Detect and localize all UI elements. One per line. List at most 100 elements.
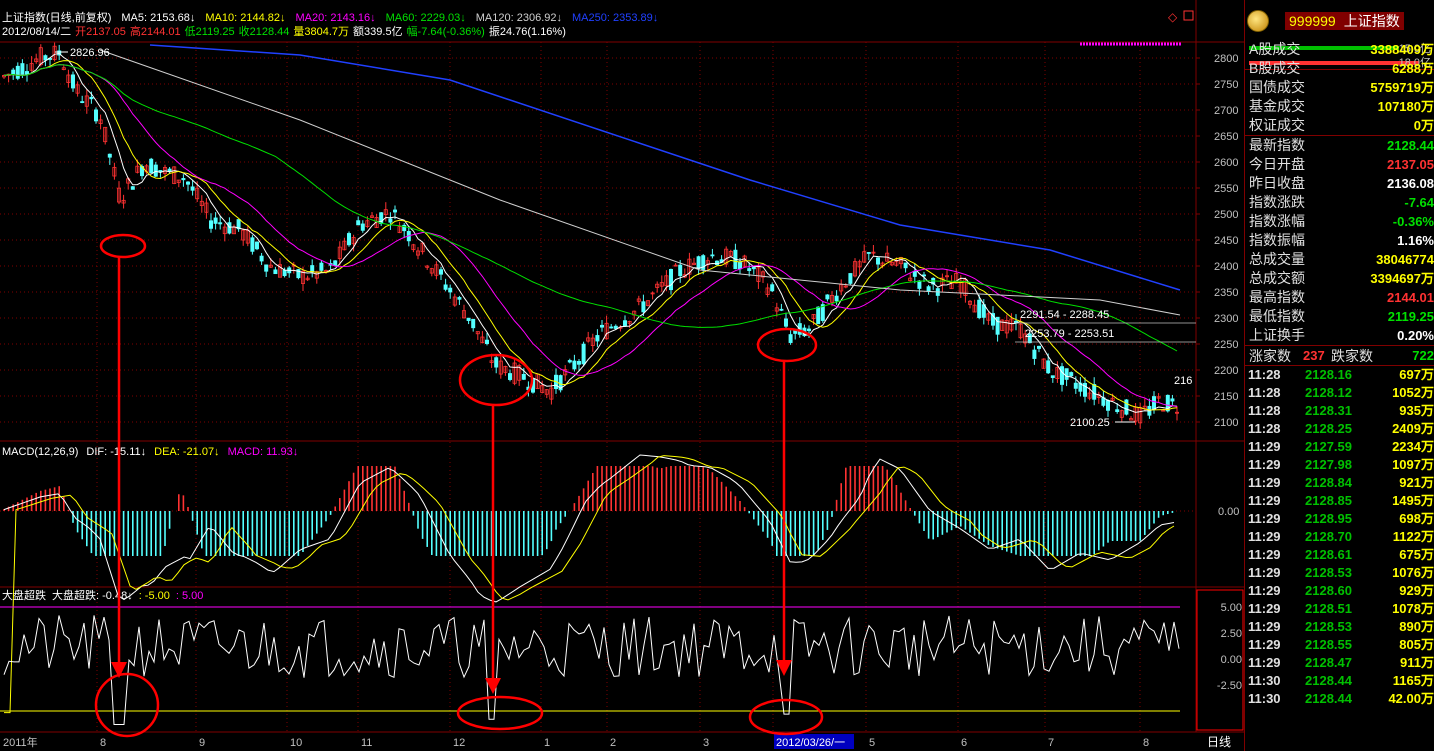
tick-volume: 1122万 (1392, 529, 1434, 544)
candle-body (71, 74, 76, 89)
indicator-tick-label: 2.50 (1221, 628, 1242, 640)
indicator-header-label: 大盘超跌 (2, 588, 46, 602)
candle-body (825, 294, 830, 300)
tick-time: 11:29 (1248, 619, 1281, 634)
candle-body (1115, 409, 1120, 412)
volume-value: 5759719万 (1370, 80, 1434, 95)
candle-body (834, 295, 839, 302)
time-axis-label: 7 (1048, 737, 1054, 749)
candle-body (609, 326, 614, 329)
candle-body (89, 96, 94, 100)
tick-row: 11:29 2128.85 1495万 (1245, 492, 1434, 510)
tick-price: 2128.53 (1305, 619, 1352, 634)
candle-body (521, 373, 526, 380)
tick-time: 11:29 (1248, 493, 1281, 508)
candle-body (185, 181, 190, 185)
chart-canvas[interactable]: 2800275027002650260025502500245024002350… (0, 0, 1244, 751)
macd-header-label: MACD: 11.93↓ (228, 446, 299, 458)
stat-value: 2136.08 (1387, 176, 1434, 191)
indicator-header-label: : 5.00 (176, 590, 204, 602)
tick-volume: 1076万 (1392, 565, 1434, 580)
date-cursor-label: 2012/03/26/一 (776, 737, 845, 749)
candle-body (669, 269, 674, 291)
tick-price: 2128.84 (1305, 475, 1352, 490)
candle-body (471, 318, 476, 329)
range-label-2: 2253.79 - 2253.51 (1025, 328, 1114, 340)
time-axis-label: 12 (453, 737, 465, 749)
stat-value: 2119.25 (1387, 309, 1434, 324)
stat-label: 总成交量 (1249, 251, 1305, 267)
candle-body (1050, 375, 1055, 378)
kline-chart-area[interactable]: 2800 2750 2700 2650 2600 2550 2500 2450 2400 2350… (0, 0, 1244, 751)
time-axis-label: 6 (961, 737, 967, 749)
candle-body (254, 241, 259, 250)
volume-label: 权证成交 (1249, 117, 1305, 133)
macd-histogram (3, 466, 1174, 556)
header-ma-label: MA60: 2229.03↓ (386, 12, 466, 24)
high-label: 2826.96 (70, 47, 110, 59)
price-tick-label: 2750 (1214, 79, 1238, 91)
ma20-line (3, 64, 1178, 408)
price-tick-label: 2350 (1214, 287, 1238, 299)
volume-label: 基金成交 (1249, 98, 1305, 114)
time-axis-label: 5 (869, 737, 875, 749)
volume-label: 国债成交 (1249, 79, 1305, 95)
candle-body (448, 287, 453, 293)
price-tick-label: 2500 (1214, 209, 1238, 221)
tick-volume: 935万 (1399, 403, 1434, 418)
ma250-line (149, 44, 1181, 291)
candle-body (438, 269, 443, 275)
tick-price: 2128.44 (1305, 691, 1352, 706)
candle-body (319, 262, 324, 271)
tick-volume: 1078万 (1392, 601, 1434, 616)
volume-row: 基金成交 107180万 (1245, 97, 1434, 116)
stat-label: 指数涨跌 (1249, 194, 1305, 210)
macd-zero-label: 0.00 (1218, 506, 1239, 518)
index-title[interactable]: 999999 上证指数 (1285, 12, 1404, 30)
tick-price: 2128.55 (1305, 637, 1352, 652)
volume-value: 6288万 (1392, 61, 1434, 76)
tick-row: 11:29 2128.53 890万 (1245, 618, 1434, 636)
tick-time: 11:29 (1248, 529, 1281, 544)
ma120-line (99, 49, 1181, 316)
stat-value: 2137.05 (1387, 157, 1434, 172)
annotation-circle (756, 327, 818, 363)
candle-body (1124, 399, 1129, 415)
indicator-header-label: : -5.00 (139, 590, 170, 602)
candle-body (360, 223, 365, 231)
tick-row: 11:30 2128.44 42.00万 (1245, 690, 1434, 708)
tick-volume: 890万 (1399, 619, 1434, 634)
header-ohlc-label: 额339.5亿 (353, 25, 403, 38)
candle-body (1064, 368, 1069, 380)
tick-time: 11:29 (1248, 565, 1281, 580)
candle-body (310, 265, 315, 273)
candle-body (250, 237, 255, 252)
advance-decline: 涨家数 237 跌家数 722 (1245, 346, 1434, 366)
candle-body (1046, 360, 1051, 374)
candle-body (149, 158, 154, 174)
candle-body (641, 301, 646, 313)
annotation-circle (748, 698, 824, 736)
candle-body (710, 254, 715, 257)
tick-price: 2128.12 (1305, 385, 1352, 400)
volume-value: 3388409万 (1370, 42, 1434, 57)
header-ohlc-label: 收2128.44 (239, 24, 290, 38)
tick-time: 11:29 (1248, 637, 1281, 652)
candle-body (218, 222, 223, 225)
candle-body (903, 262, 908, 269)
candle-body (807, 328, 812, 332)
price-tick-label: 2800 (1214, 53, 1238, 65)
candle-body (784, 318, 789, 327)
price-tick-label: 2200 (1214, 365, 1238, 377)
tick-price: 2128.95 (1305, 511, 1352, 526)
candle-body (600, 324, 605, 328)
stat-value: 2144.01 (1387, 290, 1434, 305)
stat-row: 最高指数 2144.01 (1245, 288, 1434, 307)
tick-row: 11:29 2128.95 698万 (1245, 510, 1434, 528)
stat-label: 昨日收盘 (1249, 175, 1305, 191)
tick-row: 11:28 2128.12 1052万 (1245, 384, 1434, 402)
candle-body (848, 273, 853, 284)
candle-body (346, 233, 351, 246)
candle-body (1037, 345, 1042, 349)
indicator-header-label: 大盘超跌: -0.48↓ (52, 588, 133, 602)
